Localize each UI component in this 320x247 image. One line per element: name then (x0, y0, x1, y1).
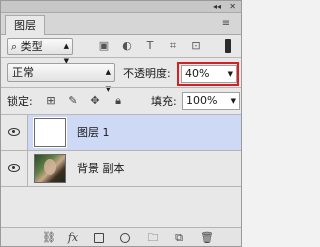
layer-thumbnail (33, 117, 67, 148)
lock-row: 锁定: ⊞ ✎ ✥ 🔒︎ 填充: 100% ▼ (1, 89, 241, 113)
lock-move-icon[interactable]: ✥ (88, 94, 102, 108)
fill-value: 100% (186, 94, 218, 107)
tab-layers[interactable]: 图层 (5, 15, 45, 35)
eye-icon (8, 128, 20, 136)
fill-field[interactable]: 100% ▼ (182, 92, 240, 110)
blend-mode-value: 正常 (12, 66, 34, 79)
eye-icon (8, 164, 20, 172)
folder-icon[interactable]: 🗀︎ (145, 231, 161, 245)
layer-name[interactable]: 图层 1 (77, 126, 110, 140)
layers-panel: ◂◂ ✕ 图层 ≡ ⌕ 类型 ▲ ▼ ▣ ◐ T ⌗ ⊡ 正常 ▲ ▼ 不透明度: … (0, 0, 242, 247)
divider (1, 87, 241, 88)
layer-row[interactable]: 图层 1 (1, 115, 241, 151)
shape-filter-icon[interactable]: ⌗ (166, 39, 180, 53)
close-icon[interactable]: ✕ (229, 1, 236, 13)
opacity-label: 不透明度: (123, 67, 171, 80)
pixel-filter-icon[interactable]: ▣ (97, 39, 111, 53)
blend-row: 正常 ▲ ▼ 不透明度: 40% ▼ (1, 59, 241, 93)
blend-mode-select[interactable]: 正常 ▲ ▼ (7, 63, 115, 93)
lock-paint-icon[interactable]: ✎ (66, 94, 80, 108)
panel-menu-icon[interactable]: ≡ (219, 18, 233, 30)
smart-object-filter-icon[interactable]: ⊡ (189, 39, 203, 53)
lock-label: 锁定: (7, 95, 33, 108)
adjustment-icon[interactable] (117, 231, 133, 245)
layer-name[interactable]: 背景 副本 (77, 162, 125, 176)
chevron-down-icon[interactable]: ▼ (228, 66, 233, 82)
bottom-toolbar: ⛓︎ fx 🗀︎ ⧉ 🗑︎ (1, 227, 241, 246)
divider (1, 57, 241, 58)
layer-row[interactable]: 背景 副本 (1, 151, 241, 187)
adjustment-filter-icon[interactable]: ◐ (120, 39, 134, 53)
visibility-toggle[interactable] (1, 151, 28, 186)
collapse-icon[interactable]: ◂◂ (213, 1, 221, 13)
lock-all-icon[interactable]: 🔒︎ (111, 94, 125, 108)
link-icon[interactable]: ⛓︎ (41, 231, 57, 245)
filter-kind-label: ⌕ 类型 (11, 40, 43, 53)
fill-label: 填充: (151, 95, 177, 108)
trash-icon[interactable]: 🗑︎ (199, 231, 215, 245)
lock-transparent-icon[interactable]: ⊞ (44, 94, 58, 108)
filter-kind-select[interactable]: ⌕ 类型 ▲ ▼ (7, 38, 73, 65)
new-layer-icon[interactable]: ⧉ (171, 231, 187, 245)
opacity-value: 40% (185, 67, 210, 80)
tab-row: 图层 ≡ (1, 13, 241, 35)
panel-title-strip: ◂◂ ✕ (1, 1, 241, 13)
fx-icon[interactable]: fx (65, 231, 81, 245)
layers-list: 图层 1 背景 副本 (1, 115, 241, 217)
opacity-field[interactable]: 40% ▼ (181, 65, 237, 83)
visibility-toggle[interactable] (1, 115, 28, 150)
chevron-down-icon[interactable]: ▼ (231, 93, 236, 109)
type-filter-icon[interactable]: T (143, 39, 157, 53)
layer-thumbnail (34, 154, 66, 183)
mask-icon[interactable] (91, 231, 107, 245)
filter-toggle[interactable] (225, 39, 231, 53)
filter-row: ⌕ 类型 ▲ ▼ ▣ ◐ T ⌗ ⊡ (1, 35, 241, 65)
